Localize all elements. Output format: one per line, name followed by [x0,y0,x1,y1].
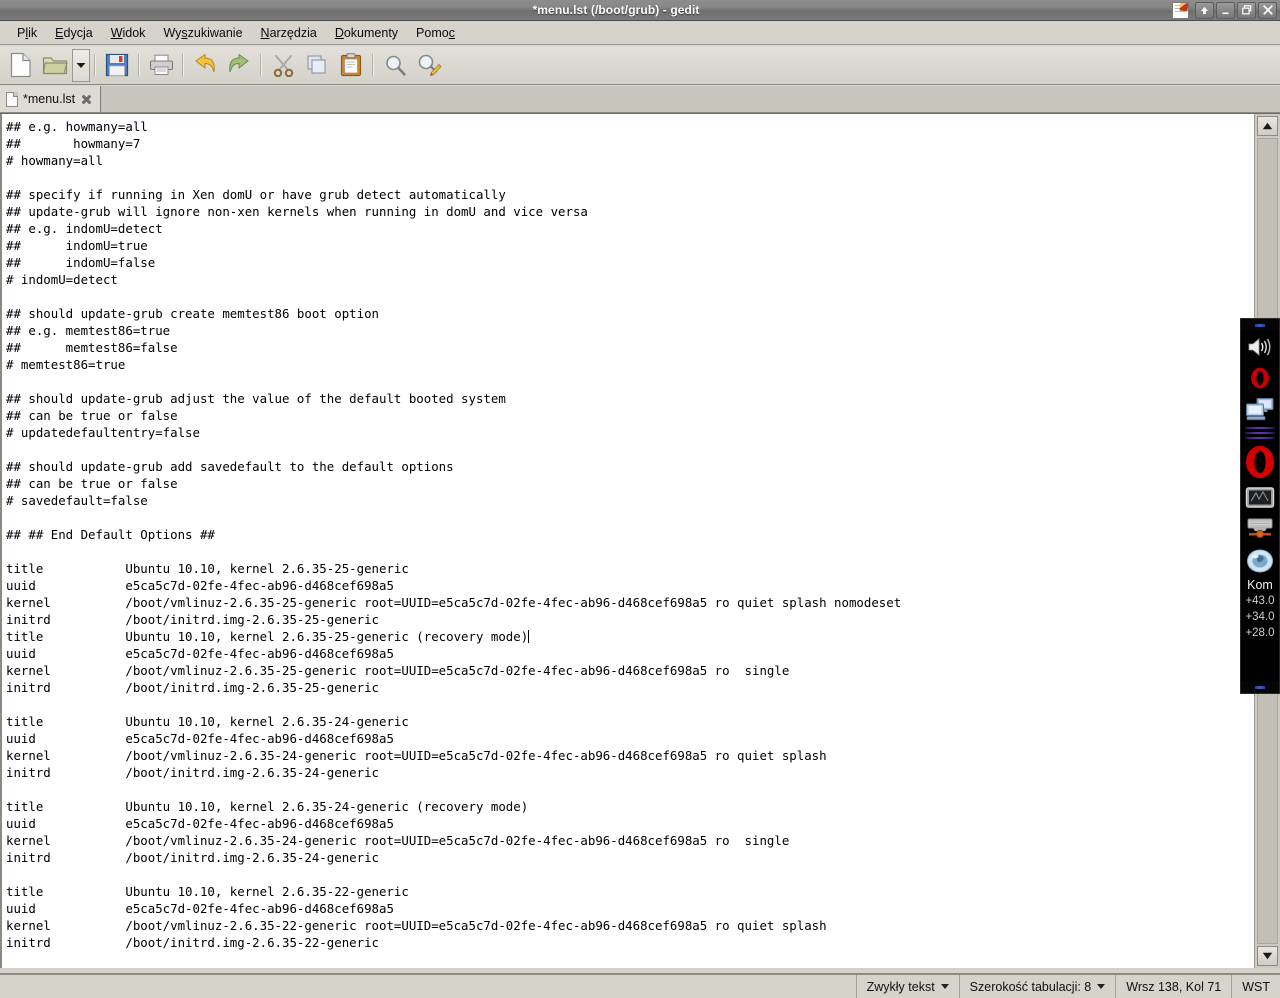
menu-pomoc[interactable]: Pomoc [407,23,464,43]
network-computers-icon[interactable] [1243,393,1277,424]
maximize-button[interactable] [1237,1,1256,19]
menu-wyszukiwanie[interactable]: Wyszukiwanie [154,23,251,43]
tool-bar [0,46,1280,85]
window-controls [1172,1,1280,19]
dock-handle-top[interactable] [1241,319,1279,331]
scroll-down-arrow[interactable] [1257,946,1278,966]
scroll-up-arrow[interactable] [1257,116,1278,136]
toolbar-separator [138,53,140,77]
text-view[interactable]: ## e.g. howmany=all ## howmany=7 # howma… [0,114,1254,968]
hardware-device-icon[interactable] [1243,513,1277,544]
volume-speaker-icon[interactable] [1243,331,1277,362]
redo-icon[interactable] [222,49,256,82]
status-message [0,975,856,998]
screen-monitor-icon[interactable] [1243,482,1277,513]
text-caret [528,630,530,643]
water-drop-icon[interactable] [1243,544,1277,575]
document-icon [6,91,18,107]
new-document-icon[interactable] [4,49,38,82]
tab-bar: *menu.lst [0,86,1280,113]
menu-dokumenty[interactable]: Dokumenty [326,23,407,43]
undo-icon[interactable] [188,49,222,82]
menu-narzedzia[interactable]: Narzędzia [252,23,326,43]
menu-bar: Plik Edycja Widok Wyszukiwanie Narzędzia… [0,21,1280,45]
gedit-window: *menu.lst (/boot/grub) - gedit Plik Edyc… [0,0,1280,998]
text-before-caret: ## e.g. howmany=all ## howmany=7 # howma… [6,119,902,627]
status-bar: Zwykły tekst Szerokość tabulacji: 8 Wrsz… [0,973,1280,998]
rollup-button[interactable] [1195,1,1214,19]
tab-close-icon[interactable] [80,93,93,106]
caret-line-prefix: title Ubuntu 10.10, kernel 2.6.35-25-gen… [6,629,529,644]
paste-clipboard-icon[interactable] [334,49,368,82]
opera-small-icon[interactable] [1243,362,1277,393]
title-bar: *menu.lst (/boot/grub) - gedit [0,0,1280,21]
opera-large-icon[interactable] [1243,442,1277,482]
gedit-app-icon [1172,1,1189,19]
toolbar-separator [182,53,184,77]
menu-edycja[interactable]: Edycja [46,23,102,43]
tab-label: *menu.lst [23,92,76,106]
window-title: *menu.lst (/boot/grub) - gedit [532,3,700,17]
tab-menu-lst[interactable]: *menu.lst [0,86,102,112]
insert-mode-label: WST [1242,979,1270,994]
menu-widok[interactable]: Widok [102,23,155,43]
temperature-3: +28.0 [1245,627,1275,639]
minimize-button[interactable] [1216,1,1235,19]
editor-area: ## e.g. howmany=all ## howmany=7 # howma… [0,113,1280,968]
find-replace-icon[interactable] [412,49,446,82]
chevron-down-icon [1097,984,1106,989]
tab-width-selector[interactable]: Szerokość tabulacji: 8 [958,975,1116,998]
save-icon[interactable] [100,49,134,82]
toolbar-separator [260,53,262,77]
language-label: Zwykły tekst [866,979,935,994]
temperature-1: +43.0 [1245,595,1275,607]
print-icon[interactable] [144,49,178,82]
find-magnifier-icon[interactable] [378,49,412,82]
system-dock-panel[interactable]: Kom +43.0 +34.0 +28.0 [1240,318,1280,694]
file-content[interactable]: ## e.g. howmany=all ## howmany=7 # howma… [2,114,1254,951]
temperature-2: +34.0 [1245,611,1275,623]
dock-handle-bottom[interactable] [1241,681,1279,693]
insert-mode: WST [1231,975,1280,998]
language-selector[interactable]: Zwykły tekst [855,975,959,998]
open-dropdown-icon[interactable] [72,48,90,82]
toolbar-separator [94,53,96,77]
dock-separator [1245,424,1275,442]
close-button[interactable] [1258,1,1277,19]
cut-scissors-icon[interactable] [266,49,300,82]
tab-width-label: Szerokość tabulacji: 8 [969,979,1092,994]
menu-plik[interactable]: Plik [8,23,46,43]
text-after-caret: uuid e5ca5c7d-02fe-4fec-ab96-d468cef698a… [6,646,827,950]
open-folder-icon[interactable] [38,49,72,82]
sensor-label: Kom [1247,578,1273,592]
toolbar-separator [372,53,374,77]
copy-icon[interactable] [300,49,334,82]
cursor-position: Wrsz 138, Kol 71 [1115,975,1231,998]
chevron-down-icon [940,984,949,989]
cursor-position-label: Wrsz 138, Kol 71 [1126,979,1222,994]
